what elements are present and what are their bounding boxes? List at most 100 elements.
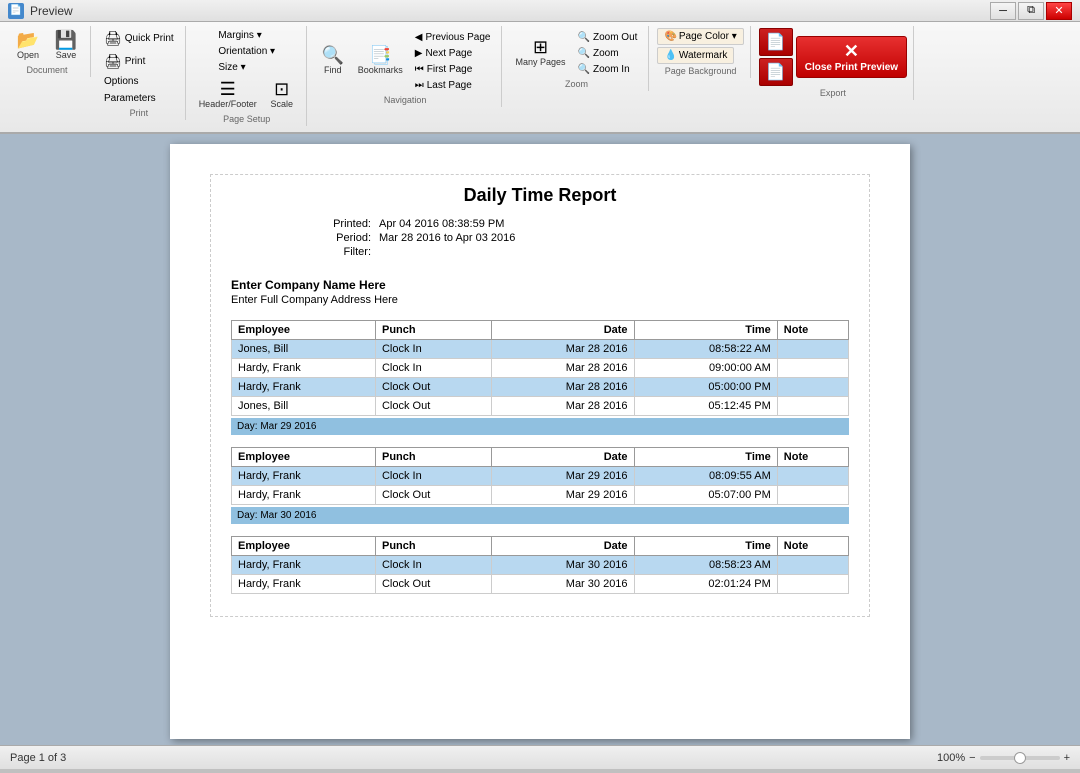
navigation-group-label: Navigation [384, 95, 427, 105]
scale-button[interactable]: ⊡ Scale [264, 77, 300, 112]
header-footer-button[interactable]: ☰ Header/Footer [194, 77, 262, 112]
quick-print-button[interactable]: 🖨 Quick Print [99, 28, 179, 49]
punch-cell: Clock In [375, 340, 491, 359]
time-cell: 08:58:22 AM [634, 340, 777, 359]
first-page-icon: ⏮ [415, 64, 424, 75]
open-button[interactable]: 📂 Open [10, 28, 46, 63]
find-button[interactable]: 🔍 Find [315, 43, 351, 78]
bookmarks-icon: 📑 [369, 46, 391, 64]
zoom-in-status-icon[interactable]: + [1064, 752, 1070, 764]
day-summary-2: Day: Mar 30 2016 [231, 507, 849, 524]
time-cell: 08:09:55 AM [634, 467, 777, 486]
punch-cell: Clock In [375, 556, 491, 575]
next-page-icon: ▶ [415, 48, 423, 59]
filter-label: Filter: [311, 246, 371, 258]
punch-cell: Clock Out [375, 486, 491, 505]
previous-page-icon: ◀ [415, 32, 423, 43]
note-cell [777, 340, 848, 359]
margins-button[interactable]: Margins ▾ [213, 28, 266, 43]
restore-button[interactable]: ⧉ [1018, 2, 1044, 20]
col-employee-2: Employee [232, 448, 376, 467]
printed-label: Printed: [311, 218, 371, 230]
time-cell: 05:12:45 PM [634, 397, 777, 416]
page-color-button[interactable]: 🎨 Page Color ▾ [657, 28, 743, 45]
col-date-3: Date [492, 537, 634, 556]
time-cell: 09:00:00 AM [634, 359, 777, 378]
status-bar: Page 1 of 3 100% − + [0, 745, 1080, 769]
previous-page-button[interactable]: ◀ Previous Page [410, 30, 496, 45]
watermark-button[interactable]: 💧 Watermark [657, 47, 734, 64]
document-page: Daily Time Report Printed: Apr 04 2016 0… [170, 144, 910, 739]
zoom-in-button[interactable]: 🔍 Zoom In [573, 62, 643, 77]
table-row: Hardy, Frank Clock Out Mar 29 2016 05:07… [232, 486, 849, 505]
pdf-export-button-1[interactable]: 📄 [759, 28, 793, 56]
options-button[interactable]: Options [99, 74, 143, 89]
page-color-icon: 🎨 [664, 31, 676, 42]
pdf-icon-1: 📄 [766, 32, 786, 52]
zoom-level: 100% [937, 752, 965, 764]
day-summary-1: Day: Mar 29 2016 [231, 418, 849, 435]
ribbon-group-page-background: 🎨 Page Color ▾ 💧 Watermark Page Backgrou… [651, 26, 750, 78]
time-cell: 08:58:23 AM [634, 556, 777, 575]
print-button[interactable]: 🖨 Print [99, 51, 150, 72]
ribbon-group-print: 🖨 Quick Print 🖨 Print Options Parameters… [93, 26, 186, 120]
table-row: Hardy, Frank Clock In Mar 28 2016 09:00:… [232, 359, 849, 378]
page-info: Page 1 of 3 [10, 752, 66, 764]
zoom-slider[interactable] [980, 756, 1060, 760]
time-cell: 05:07:00 PM [634, 486, 777, 505]
report-title: Daily Time Report [231, 185, 849, 206]
export-group-label: Export [820, 88, 846, 98]
close-button[interactable]: ✕ [1046, 2, 1072, 20]
col-date-1: Date [492, 321, 634, 340]
close-print-preview-button[interactable]: ✕ Close Print Preview [796, 36, 907, 78]
employee-cell: Hardy, Frank [232, 378, 376, 397]
first-page-button[interactable]: ⏮ First Page [410, 62, 496, 77]
find-icon: 🔍 [322, 46, 344, 64]
minimize-button[interactable]: ─ [990, 2, 1016, 20]
print-icon: 🖨 [104, 53, 122, 70]
quick-print-icon: 🖨 [104, 30, 122, 47]
punch-cell: Clock In [375, 359, 491, 378]
col-punch-3: Punch [375, 537, 491, 556]
period-label: Period: [311, 232, 371, 244]
zoom-group-label: Zoom [565, 79, 588, 89]
note-cell [777, 397, 848, 416]
employee-cell: Hardy, Frank [232, 467, 376, 486]
punch-cell: Clock Out [375, 378, 491, 397]
window-controls: ─ ⧉ ✕ [990, 2, 1072, 20]
save-button[interactable]: 💾 Save [48, 28, 84, 63]
size-button[interactable]: Size ▾ [213, 60, 250, 75]
next-page-button[interactable]: ▶ Next Page [410, 46, 496, 61]
pdf-export-button-2[interactable]: 📄 [759, 58, 793, 86]
table-row: Jones, Bill Clock Out Mar 28 2016 05:12:… [232, 397, 849, 416]
ribbon-group-navigation: 🔍 Find 📑 Bookmarks ◀ Previous Page ▶ Nex… [309, 26, 503, 107]
header-footer-icon: ☰ [220, 80, 236, 98]
zoom-button[interactable]: 🔍 Zoom [573, 46, 643, 61]
table-row: Hardy, Frank Clock Out Mar 30 2016 02:01… [232, 575, 849, 594]
zoom-out-icon: 🔍 [578, 32, 590, 43]
many-pages-button[interactable]: ⊞ Many Pages [510, 35, 570, 70]
date-cell: Mar 28 2016 [492, 340, 634, 359]
save-icon: 💾 [55, 31, 77, 49]
zoom-out-button[interactable]: 🔍 Zoom Out [573, 30, 643, 45]
col-note-2: Note [777, 448, 848, 467]
bookmarks-button[interactable]: 📑 Bookmarks [353, 43, 408, 78]
note-cell [777, 486, 848, 505]
note-cell [777, 467, 848, 486]
parameters-button[interactable]: Parameters [99, 91, 161, 106]
ribbon-group-document: 📂 Open 💾 Save Document [4, 26, 91, 77]
employee-cell: Hardy, Frank [232, 575, 376, 594]
date-cell: Mar 28 2016 [492, 359, 634, 378]
date-cell: Mar 29 2016 [492, 486, 634, 505]
zoom-out-status-icon[interactable]: − [969, 752, 975, 764]
last-page-button[interactable]: ⏭ Last Page [410, 78, 496, 93]
orientation-button[interactable]: Orientation ▾ [213, 44, 280, 59]
report-meta: Printed: Apr 04 2016 08:38:59 PM Period:… [311, 218, 849, 258]
print-group-label: Print [130, 108, 149, 118]
ribbon: 📂 Open 💾 Save Document 🖨 Quick Print 🖨 [0, 22, 1080, 134]
time-cell: 05:00:00 PM [634, 378, 777, 397]
table-row: Hardy, Frank Clock Out Mar 28 2016 05:00… [232, 378, 849, 397]
date-cell: Mar 30 2016 [492, 575, 634, 594]
employee-cell: Jones, Bill [232, 340, 376, 359]
main-area: Daily Time Report Printed: Apr 04 2016 0… [0, 134, 1080, 745]
